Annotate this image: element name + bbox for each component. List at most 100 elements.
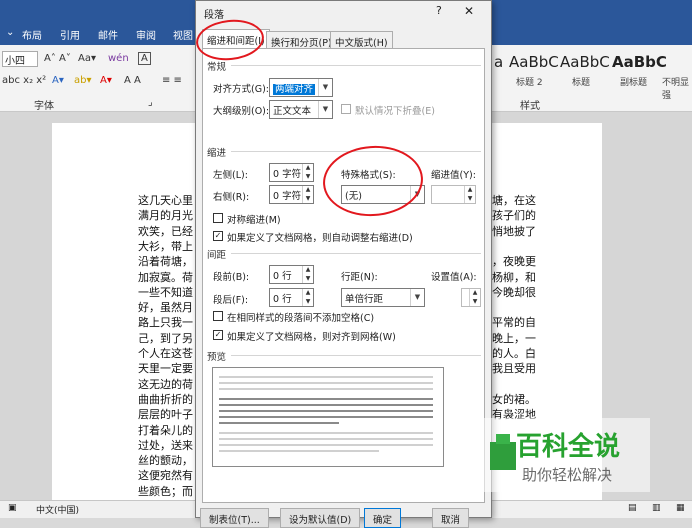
font-size-value: 小四 <box>5 56 25 67</box>
document-line[interactable]: 个人在这苍 <box>138 346 195 361</box>
document-line[interactable]: 层层的叶子 <box>138 407 195 422</box>
alignment-select[interactable]: 两端对齐 ▼ <box>269 78 333 97</box>
auto-adjust-indent-checkbox[interactable]: ✓ <box>213 231 223 241</box>
ribbon-tab-file-fragment[interactable]: ⌄ <box>6 27 14 38</box>
style-sample-subtitle[interactable]: AaBbC <box>612 53 667 71</box>
tab-line-page-breaks[interactable]: 换行和分页(P) <box>266 31 337 49</box>
ribbon-tab-mailings[interactable]: 邮件 <box>98 27 118 42</box>
document-line[interactable]: 满月的月光 <box>138 208 195 223</box>
document-line[interactable]: 打着朵儿的 <box>138 423 195 438</box>
document-line-right[interactable]: 晚上，一 <box>492 331 544 346</box>
document-line-right[interactable]: 今晚却很 <box>492 285 544 300</box>
general-section-title: 常规 <box>207 62 227 73</box>
spin-down-icon[interactable]: ▼ <box>302 194 313 203</box>
collapse-checkbox[interactable] <box>341 104 351 114</box>
document-line[interactable]: 路上只我一 <box>138 315 195 330</box>
ribbon-tab-review[interactable]: 审阅 <box>136 27 156 42</box>
spin-up-icon[interactable]: ▲ <box>302 186 313 195</box>
indent-left-input[interactable]: 0 字符 ▲ ▼ <box>269 163 314 182</box>
document-line[interactable]: 丝的颤动， <box>138 453 195 468</box>
document-line[interactable]: 沿着荷塘， <box>138 254 195 269</box>
ribbon-tab-layout[interactable]: 布局 <box>22 27 42 42</box>
style-name-subtitle: 副标题 <box>620 78 648 88</box>
font-group-label: 字体 <box>34 101 54 112</box>
ok-button[interactable]: 确定 <box>364 508 402 528</box>
snap-to-grid-checkbox[interactable]: ✓ <box>213 330 223 340</box>
preview-section-title: 预览 <box>207 352 227 363</box>
ribbon-tab-references[interactable]: 引用 <box>60 27 80 42</box>
outline-level-select[interactable]: 正文文本 ▼ <box>269 100 333 119</box>
line-spacing-select[interactable]: 单倍行距 ▼ <box>341 288 425 307</box>
document-line[interactable]: 曲曲折折的 <box>138 392 195 407</box>
align-icon[interactable]: ≡ ≡ <box>162 75 182 86</box>
case-icon[interactable]: Aa▾ <box>78 53 96 64</box>
print-layout-icon[interactable]: ▥ <box>652 503 661 513</box>
document-line-right[interactable]: 杨柳，和 <box>492 270 544 285</box>
document-line-right[interactable]: 我且受用 <box>492 361 544 376</box>
char-shading-icon[interactable]: A A <box>124 75 141 86</box>
spin-up-icon[interactable]: ▲ <box>302 266 313 275</box>
document-line[interactable]: 天里一定要 <box>138 361 195 376</box>
dialog-launcher-icon[interactable]: ⌟ <box>148 97 153 108</box>
indent-right-input[interactable]: 0 字符 ▲ ▼ <box>269 185 314 204</box>
spin-up-icon[interactable]: ▲ <box>464 186 475 195</box>
font-size-box[interactable]: 小四 <box>2 51 38 67</box>
set-default-button[interactable]: 设为默认值(D) <box>280 508 361 528</box>
document-line-right[interactable]: 平常的自 <box>492 315 544 330</box>
language-status[interactable]: 中文(中国) <box>36 503 79 516</box>
highlight-icon[interactable]: ab▾ <box>74 75 92 86</box>
collapse-label: 默认情况下折叠(E) <box>355 106 435 117</box>
text-effect-icon[interactable]: A▾ <box>52 75 64 86</box>
spin-up-icon[interactable]: ▲ <box>302 289 313 298</box>
no-space-same-style-checkbox[interactable] <box>213 311 223 321</box>
document-line-right[interactable]: 塘，在这 <box>492 193 544 208</box>
font-color-icon[interactable]: A▾ <box>100 75 112 86</box>
style-sample-fragment[interactable]: a <box>494 53 503 71</box>
space-after-value: 0 行 <box>273 294 292 305</box>
spin-up-icon[interactable]: ▲ <box>469 289 480 298</box>
spin-down-icon[interactable]: ▼ <box>469 297 480 306</box>
document-line-right[interactable]: 女的裙。 <box>492 392 544 407</box>
spin-up-icon[interactable]: ▲ <box>302 164 313 173</box>
char-border-icon[interactable]: A <box>138 52 151 65</box>
strike-icon[interactable]: abc x₂ x² <box>2 75 46 86</box>
document-line[interactable]: 这便宛然有 <box>138 468 195 483</box>
document-line[interactable]: 己，到了另 <box>138 331 195 346</box>
document-line[interactable]: 这无边的荷 <box>138 377 195 392</box>
spin-down-icon[interactable]: ▼ <box>464 194 475 203</box>
document-line-right[interactable]: 孩子们的 <box>492 208 544 223</box>
document-line[interactable]: 些颜色；而 <box>138 484 195 499</box>
document-line[interactable]: 欢笑，已经 <box>138 224 195 239</box>
web-layout-icon[interactable]: ▦ <box>676 503 685 513</box>
space-after-input[interactable]: 0 行 ▲ ▼ <box>269 288 314 307</box>
style-sample-heading2[interactable]: AaBbC <box>509 53 559 71</box>
cancel-button[interactable]: 取消 <box>432 508 470 528</box>
document-line[interactable]: 加寂寞。荷 <box>138 270 195 285</box>
line-spacing-label: 行距(N): <box>341 272 378 283</box>
tabs-button[interactable]: 制表位(T)... <box>200 508 269 528</box>
phonetic-icon[interactable]: wén <box>108 53 129 64</box>
document-line-right[interactable]: 的人。白 <box>492 346 544 361</box>
mirror-indents-checkbox[interactable] <box>213 213 223 223</box>
document-line-right[interactable]: 悄地披了 <box>492 224 544 239</box>
read-mode-icon[interactable]: ▤ <box>628 503 637 513</box>
grow-font-icon[interactable]: A˄ A˅ <box>44 53 71 64</box>
spacing-at-input[interactable]: ▲ ▼ <box>461 288 481 307</box>
indent-by-input[interactable]: ▲ ▼ <box>431 185 476 204</box>
help-button[interactable]: ? <box>436 4 442 17</box>
proofing-icon[interactable]: ▣ <box>8 503 17 513</box>
document-line[interactable]: 大衫，带上 <box>138 239 195 254</box>
document-line-right[interactable]: ，夜晚更 <box>492 254 544 269</box>
document-line[interactable]: 好，虽然月 <box>138 300 195 315</box>
close-button[interactable]: ✕ <box>464 4 474 18</box>
spin-down-icon[interactable]: ▼ <box>302 172 313 181</box>
document-line[interactable]: 过处，送来 <box>138 438 195 453</box>
spin-down-icon[interactable]: ▼ <box>302 297 313 306</box>
document-line[interactable]: 这几天心里 <box>138 193 195 208</box>
document-line[interactable]: 一些不知道 <box>138 285 195 300</box>
spin-down-icon[interactable]: ▼ <box>302 274 313 283</box>
space-before-input[interactable]: 0 行 ▲ ▼ <box>269 265 314 284</box>
tab-asian-typography[interactable]: 中文版式(H) <box>330 31 393 49</box>
style-sample-title[interactable]: AaBbC <box>560 53 610 71</box>
ribbon-tab-view[interactable]: 视图 <box>173 27 193 42</box>
